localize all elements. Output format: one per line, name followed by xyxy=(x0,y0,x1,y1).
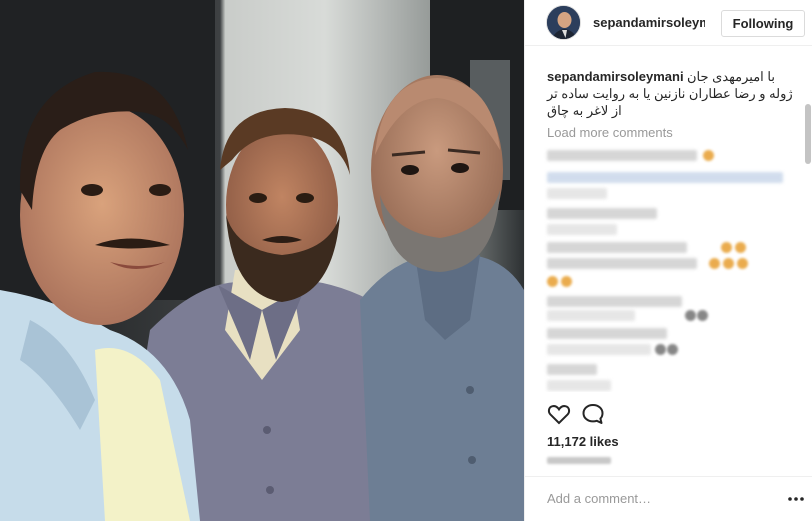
caption-line-3: از لاغر به چاق xyxy=(547,103,622,118)
comment-input[interactable] xyxy=(547,491,777,506)
blurred-emoji xyxy=(547,276,558,287)
blurred-emoji xyxy=(685,310,696,321)
heart-icon xyxy=(547,405,571,425)
blurred-emoji xyxy=(655,344,666,355)
caption-line-1: با امیرمهدی جان xyxy=(687,69,775,84)
blurred-comment xyxy=(547,310,635,321)
blurred-emoji xyxy=(709,258,720,269)
ellipsis-icon xyxy=(788,497,804,501)
instagram-post: sepandamirsoleymani Following sepandamir… xyxy=(0,0,812,521)
likes-count[interactable]: 11,172 likes xyxy=(547,434,619,449)
load-more-comments-link[interactable]: Load more comments xyxy=(547,125,673,140)
blurred-comment xyxy=(547,188,607,199)
blurred-emoji xyxy=(737,258,748,269)
blurred-comment xyxy=(547,224,617,235)
blurred-comment xyxy=(547,328,667,339)
blurred-emoji xyxy=(735,242,746,253)
comment-button[interactable] xyxy=(579,400,607,428)
add-comment-section xyxy=(525,476,812,521)
blurred-date xyxy=(547,457,611,464)
blurred-emoji xyxy=(721,242,732,253)
blurred-emoji xyxy=(723,258,734,269)
header-username[interactable]: sepandamirsoleymani xyxy=(593,15,705,30)
blurred-emoji xyxy=(667,344,678,355)
avatar[interactable] xyxy=(546,5,581,40)
blurred-comment xyxy=(547,172,783,183)
blurred-comment xyxy=(547,242,687,253)
blurred-comment xyxy=(547,258,697,269)
blurred-comment xyxy=(547,344,651,355)
avatar-image xyxy=(547,6,580,39)
caption-line-2: ژوله و رضا عطاران نازنین یا به روایت ساد… xyxy=(547,86,793,101)
post-side-panel: sepandamirsoleymani Following sepandamir… xyxy=(524,0,812,521)
speech-bubble-icon xyxy=(582,404,604,424)
following-button[interactable]: Following xyxy=(721,10,805,37)
blurred-comment xyxy=(547,380,611,391)
caption-text: با امیرمهدی جان ژوله و رضا عطاران نازنین… xyxy=(547,68,803,119)
post-date xyxy=(547,456,611,466)
blurred-emoji xyxy=(703,150,714,161)
post-header: sepandamirsoleymani Following xyxy=(525,0,812,46)
selfie-photo xyxy=(0,0,524,521)
blurred-comment xyxy=(547,150,697,161)
post-photo[interactable] xyxy=(0,0,524,521)
blurred-comment xyxy=(547,208,657,219)
like-button[interactable] xyxy=(545,400,573,428)
more-options-button[interactable] xyxy=(787,491,805,507)
comments-section: sepandamirsoleymani با امیرمهدی جان ژوله… xyxy=(525,46,812,392)
post-actions xyxy=(525,392,812,432)
blurred-emoji xyxy=(697,310,708,321)
blurred-emoji xyxy=(561,276,572,287)
blurred-comment xyxy=(547,364,597,375)
comments-scrollbar[interactable] xyxy=(805,104,811,164)
blurred-comment xyxy=(547,296,682,307)
